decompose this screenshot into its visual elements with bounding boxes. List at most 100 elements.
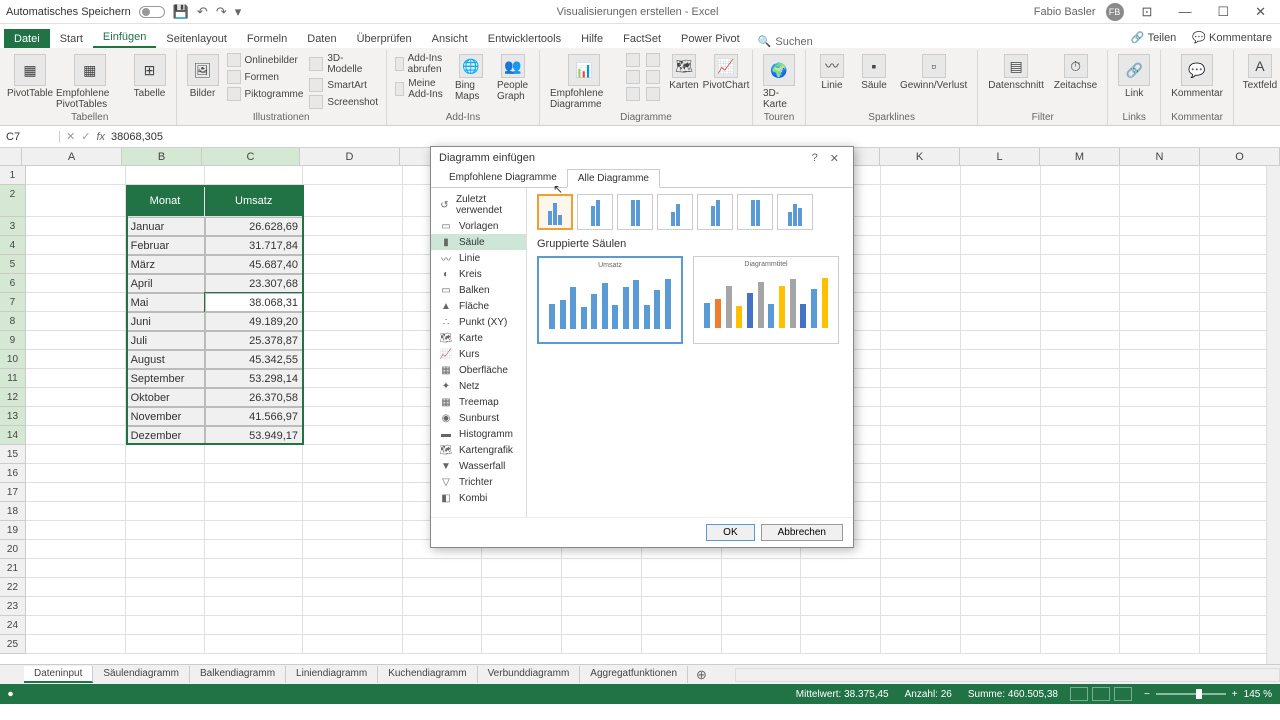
cell[interactable] xyxy=(1041,388,1121,407)
col-header[interactable]: A xyxy=(22,148,122,165)
cell[interactable] xyxy=(26,540,126,559)
cell[interactable] xyxy=(1041,350,1121,369)
cell[interactable] xyxy=(303,217,403,236)
cell[interactable] xyxy=(1120,635,1200,654)
add-sheet-button[interactable]: ⊕ xyxy=(688,667,715,683)
cell[interactable] xyxy=(642,616,722,635)
row-header[interactable]: 20 xyxy=(0,540,26,559)
cell[interactable] xyxy=(1120,331,1200,350)
chart-type-item[interactable]: ▮Säule xyxy=(431,234,526,250)
cell[interactable]: Oktober xyxy=(126,388,206,407)
cell[interactable] xyxy=(126,616,206,635)
formula-input[interactable]: 38068,305 xyxy=(111,131,163,143)
cell[interactable] xyxy=(1041,236,1121,255)
cell[interactable] xyxy=(1120,217,1200,236)
cell[interactable]: 38.068,31 xyxy=(205,293,303,312)
cell[interactable] xyxy=(1041,369,1121,388)
cell[interactable] xyxy=(562,616,642,635)
zoom-in-button[interactable]: + xyxy=(1232,689,1238,700)
chart-type-item[interactable]: ▭Vorlagen xyxy=(431,218,526,234)
cell[interactable] xyxy=(126,521,206,540)
cell[interactable] xyxy=(1120,293,1200,312)
cell[interactable] xyxy=(961,312,1041,331)
cell[interactable] xyxy=(26,217,126,236)
cell[interactable] xyxy=(303,350,403,369)
cell[interactable] xyxy=(205,635,303,654)
cell[interactable] xyxy=(961,635,1041,654)
row-header[interactable]: 14 xyxy=(0,426,26,445)
cell[interactable] xyxy=(403,559,483,578)
cell[interactable] xyxy=(881,255,961,274)
row-header[interactable]: 1 xyxy=(0,166,26,185)
cell[interactable] xyxy=(562,635,642,654)
cell[interactable]: Umsatz xyxy=(205,185,303,217)
subtype-3d-column[interactable] xyxy=(777,194,813,230)
cell[interactable] xyxy=(303,426,403,445)
cell[interactable] xyxy=(1120,166,1200,185)
cell[interactable]: September xyxy=(126,369,206,388)
row-header[interactable]: 3 xyxy=(0,217,26,236)
cell[interactable] xyxy=(961,217,1041,236)
cell[interactable] xyxy=(722,635,802,654)
cell[interactable] xyxy=(303,185,403,217)
cell[interactable] xyxy=(303,540,403,559)
cell[interactable] xyxy=(26,312,126,331)
bing-maps-button[interactable]: 🌐Bing Maps xyxy=(451,52,491,104)
row-header[interactable]: 18 xyxy=(0,502,26,521)
cell[interactable] xyxy=(26,578,126,597)
cell[interactable] xyxy=(961,255,1041,274)
cell[interactable] xyxy=(482,597,562,616)
cell[interactable] xyxy=(1120,312,1200,331)
cell[interactable] xyxy=(1120,185,1200,217)
cell[interactable] xyxy=(205,445,303,464)
cell[interactable] xyxy=(1120,274,1200,293)
cell[interactable] xyxy=(26,445,126,464)
tab-all-charts[interactable]: Alle Diagramme xyxy=(567,169,660,188)
chart-type-item[interactable]: 🗺Karte xyxy=(431,330,526,346)
cell[interactable] xyxy=(722,578,802,597)
cell[interactable] xyxy=(126,445,206,464)
dialog-close-icon[interactable]: ✕ xyxy=(824,152,845,165)
cell[interactable] xyxy=(1041,635,1121,654)
comment-button[interactable]: 💬Kommentar xyxy=(1167,52,1227,101)
cell[interactable] xyxy=(1041,445,1121,464)
cell[interactable] xyxy=(1120,616,1200,635)
rec-charts-button[interactable]: 📊Empfohlene Diagramme xyxy=(546,52,622,112)
cell[interactable] xyxy=(1041,407,1121,426)
cell[interactable] xyxy=(961,559,1041,578)
vertical-scrollbar[interactable] xyxy=(1266,166,1280,664)
cell[interactable] xyxy=(26,464,126,483)
cell[interactable] xyxy=(303,166,403,185)
cell[interactable] xyxy=(961,331,1041,350)
spark-winloss-button[interactable]: ▫Gewinn/Verlust xyxy=(896,52,971,93)
cell[interactable] xyxy=(961,540,1041,559)
row-header[interactable]: 24 xyxy=(0,616,26,635)
cell[interactable] xyxy=(881,388,961,407)
smartart-button[interactable]: SmartArt xyxy=(307,77,380,93)
cell[interactable] xyxy=(881,369,961,388)
cell[interactable] xyxy=(1120,540,1200,559)
cell[interactable] xyxy=(205,166,303,185)
3dmap-button[interactable]: 🌍3D-Karte xyxy=(759,52,799,112)
cell[interactable] xyxy=(1041,521,1121,540)
cell[interactable] xyxy=(1041,483,1121,502)
cell[interactable] xyxy=(205,616,303,635)
cell[interactable] xyxy=(1041,578,1121,597)
cell[interactable] xyxy=(303,521,403,540)
tab-recommended-charts[interactable]: Empfohlene Diagramme xyxy=(439,169,567,187)
cancel-button[interactable]: Abbrechen xyxy=(761,524,843,541)
cell[interactable] xyxy=(26,502,126,521)
row-header[interactable]: 22 xyxy=(0,578,26,597)
chart-type-item[interactable]: ▬Histogramm xyxy=(431,426,526,442)
cell[interactable] xyxy=(801,559,881,578)
spark-col-button[interactable]: ▪Säule xyxy=(854,52,894,93)
cell[interactable] xyxy=(26,616,126,635)
cell[interactable] xyxy=(961,483,1041,502)
chart-preview-1[interactable]: Umsatz xyxy=(537,256,683,344)
cell[interactable] xyxy=(722,597,802,616)
cell[interactable] xyxy=(642,635,722,654)
cell[interactable] xyxy=(1041,597,1121,616)
cell[interactable] xyxy=(881,236,961,255)
cell[interactable] xyxy=(562,578,642,597)
chart-type-item[interactable]: ✦Netz xyxy=(431,378,526,394)
